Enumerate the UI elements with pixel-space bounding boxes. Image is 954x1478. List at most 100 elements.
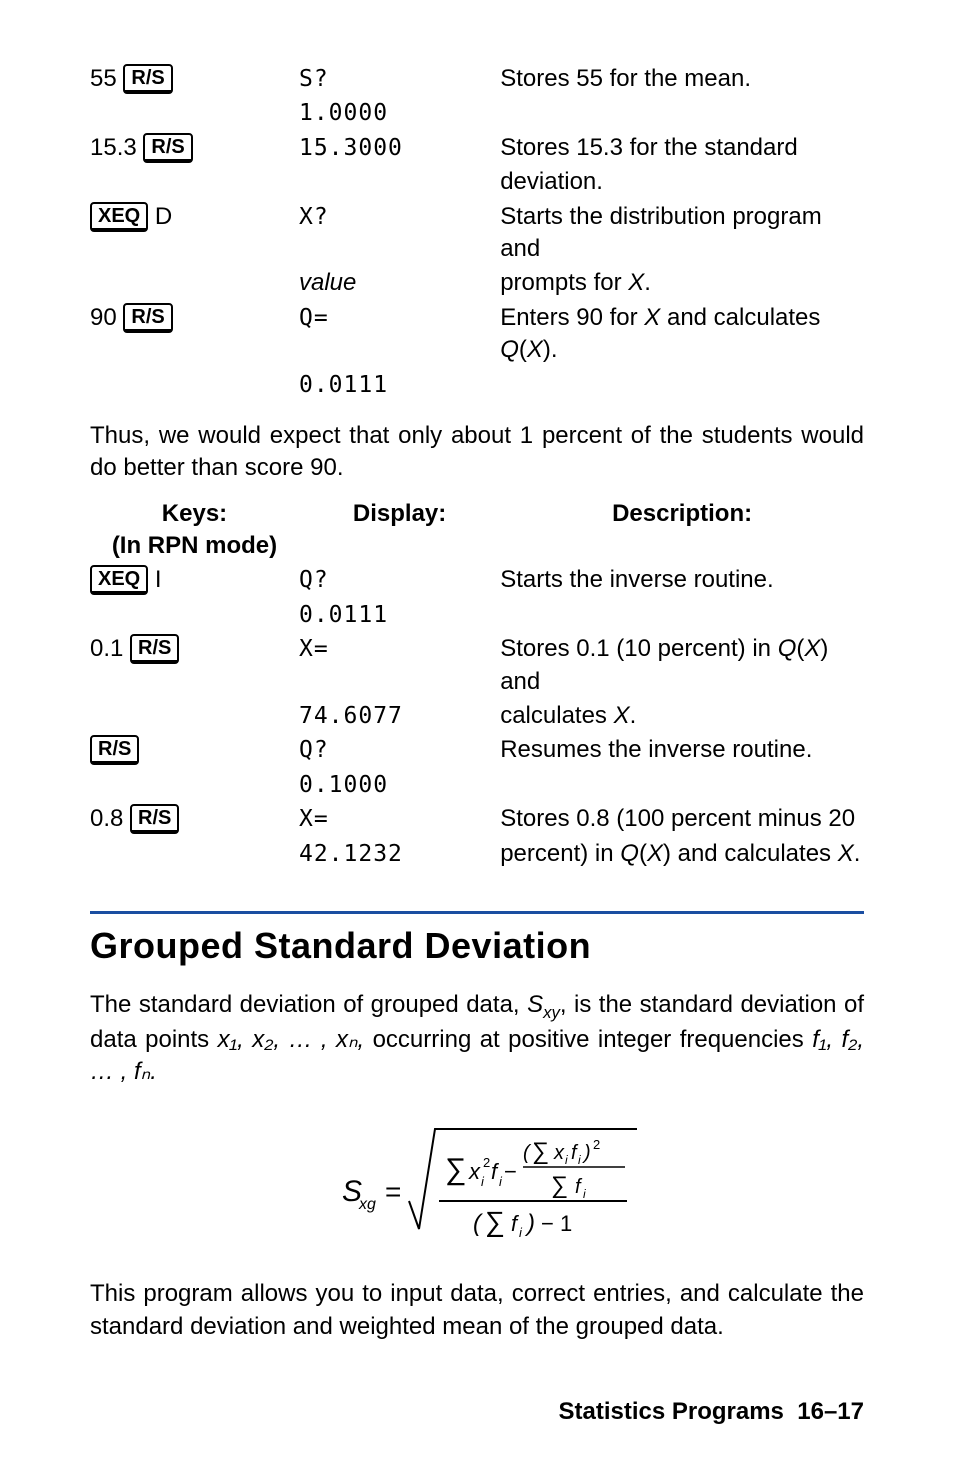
svg-text:i: i — [583, 1187, 586, 1201]
table-row: 90 R/S Q= Enters 90 for X and calculates… — [90, 301, 864, 368]
svg-text:∑: ∑ — [445, 1153, 466, 1186]
svg-text:x: x — [468, 1159, 481, 1184]
key-xeq: XEQ — [90, 202, 148, 232]
header-description: Description: — [500, 497, 864, 564]
key-rs: R/S — [90, 735, 139, 765]
example-table-2: Keys:(In RPN mode) Display: Description:… — [90, 497, 864, 871]
svg-text:−: − — [504, 1159, 517, 1184]
description-cell: Stores 55 for the mean. — [500, 62, 864, 96]
table-row: 0.0111 — [90, 598, 864, 632]
page-footer: Statistics Programs 16–17 — [558, 1396, 864, 1428]
svg-text:− 1: − 1 — [541, 1211, 572, 1236]
key-prefix: 0.8 — [90, 805, 130, 832]
display-line: S? — [299, 66, 329, 92]
desc-text: calculates X. — [500, 702, 636, 729]
table-row: 0.0111 — [90, 368, 864, 402]
key-rs: R/S — [143, 133, 192, 163]
table-row: 55 R/S S? Stores 55 for the mean. — [90, 62, 864, 96]
display-line: Q? — [299, 737, 329, 763]
text: occurring at positive integer frequencie… — [364, 1026, 812, 1053]
keys-cell: 15.3 R/S — [90, 131, 299, 165]
footer-page: 16–17 — [797, 1398, 864, 1425]
key-suffix: D — [148, 203, 172, 230]
desc-text: Resumes the inverse routine. — [500, 736, 812, 763]
table-row: 15.3 R/S 15.3000 Stores 15.3 for the sta… — [90, 131, 864, 165]
key-prefix: 55 — [90, 65, 123, 92]
table-row: 42.1232 percent) in Q(X) and calculates … — [90, 837, 864, 871]
display-line: 1.0000 — [299, 100, 388, 126]
svg-text:∑: ∑ — [485, 1206, 505, 1237]
key-prefix: 90 — [90, 304, 123, 331]
display-line: Q? — [299, 567, 329, 593]
table-row: XEQ D X? Starts the distribution program… — [90, 200, 864, 267]
display-line: X? — [299, 204, 329, 230]
paragraph: The standard deviation of grouped data, … — [90, 989, 864, 1089]
svg-text:i: i — [578, 1153, 581, 1167]
display-cell: S? — [299, 62, 500, 96]
desc-text: Starts the inverse routine. — [500, 566, 773, 593]
svg-text:i: i — [565, 1153, 568, 1167]
key-suffix: I — [148, 566, 161, 593]
paragraph: Thus, we would expect that only about 1 … — [90, 420, 864, 485]
footer-label: Statistics Programs — [558, 1398, 783, 1425]
table-row: 0.8 R/S X= Stores 0.8 (100 percent minus… — [90, 802, 864, 836]
display-line: 74.6077 — [299, 703, 403, 729]
display-line: 15.3000 — [299, 135, 403, 161]
table-row: 74.6077 calculates X. — [90, 699, 864, 733]
key-prefix: 15.3 — [90, 134, 143, 161]
display-line: Q= — [299, 305, 329, 331]
desc-text: Starts the distribution program and — [500, 203, 821, 262]
section-heading: Grouped Standard Deviation — [90, 922, 864, 971]
points-list: x₁, x₂, … , xₙ, — [218, 1026, 365, 1053]
formula-svg: S xg = ∑ x i 2 f i − ( ∑ x i f i ) 2 ∑ — [307, 1109, 647, 1249]
display-line: 42.1232 — [299, 841, 403, 867]
svg-text:i: i — [481, 1174, 485, 1189]
example-table-1: 55 R/S S? Stores 55 for the mean. 1.0000… — [90, 62, 864, 402]
desc-text: prompts for X. — [500, 269, 651, 296]
svg-text:(: ( — [523, 1142, 532, 1164]
svg-text:(: ( — [473, 1210, 484, 1237]
svg-text:=: = — [385, 1176, 401, 1207]
page: 55 R/S S? Stores 55 for the mean. 1.0000… — [0, 0, 954, 1478]
svg-text:f: f — [575, 1176, 583, 1198]
key-rs: R/S — [123, 64, 172, 94]
header-keys: Keys:(In RPN mode) — [90, 497, 299, 564]
table-header: Keys:(In RPN mode) Display: Description: — [90, 497, 864, 564]
keys-cell: 55 R/S — [90, 62, 299, 96]
desc-text: Stores 0.8 (100 percent minus 20 — [500, 805, 855, 832]
display-line: value — [299, 269, 356, 296]
display-line: 0.1000 — [299, 772, 388, 798]
desc-text: deviation. — [500, 168, 603, 195]
table-row: 0.1000 — [90, 768, 864, 802]
svg-text:i: i — [499, 1174, 503, 1189]
section-divider — [90, 911, 864, 914]
svg-text:i: i — [519, 1225, 523, 1240]
svg-text:xg: xg — [358, 1196, 376, 1213]
symbol-sxy: Sxy — [527, 991, 560, 1018]
display-line: 0.0111 — [299, 602, 388, 628]
table-row: value prompts for X. — [90, 266, 864, 300]
desc-text: percent) in Q(X) and calculates X. — [500, 840, 860, 867]
desc-text: Enters 90 for X and calculates Q(X). — [500, 304, 820, 363]
display-line: 0.0111 — [299, 372, 388, 398]
svg-text:2: 2 — [593, 1137, 600, 1152]
desc-text: Stores 0.1 (10 percent) in Q(X) and — [500, 635, 828, 694]
display-line: X= — [299, 636, 329, 662]
key-rs: R/S — [130, 804, 179, 834]
table-row: 0.1 R/S X= Stores 0.1 (10 percent) in Q(… — [90, 632, 864, 699]
keys-cell: 90 R/S — [90, 301, 299, 368]
svg-text:x: x — [553, 1142, 565, 1164]
svg-text:): ) — [582, 1142, 591, 1164]
formula-sxg: S xg = ∑ x i 2 f i − ( ∑ x i f i ) 2 ∑ — [90, 1109, 864, 1258]
svg-text:∑: ∑ — [551, 1172, 568, 1199]
key-prefix: 0.1 — [90, 635, 130, 662]
key-rs: R/S — [130, 634, 179, 664]
svg-text:2: 2 — [483, 1155, 490, 1170]
table-row: XEQ I Q? Starts the inverse routine. — [90, 563, 864, 597]
desc-text: Stores 55 for the mean. — [500, 65, 751, 92]
desc-text: Stores 15.3 for the standard — [500, 134, 798, 161]
svg-text:): ) — [524, 1210, 535, 1237]
table-row: R/S Q? Resumes the inverse routine. — [90, 733, 864, 767]
key-xeq: XEQ — [90, 565, 148, 595]
table-row: 1.0000 — [90, 96, 864, 130]
